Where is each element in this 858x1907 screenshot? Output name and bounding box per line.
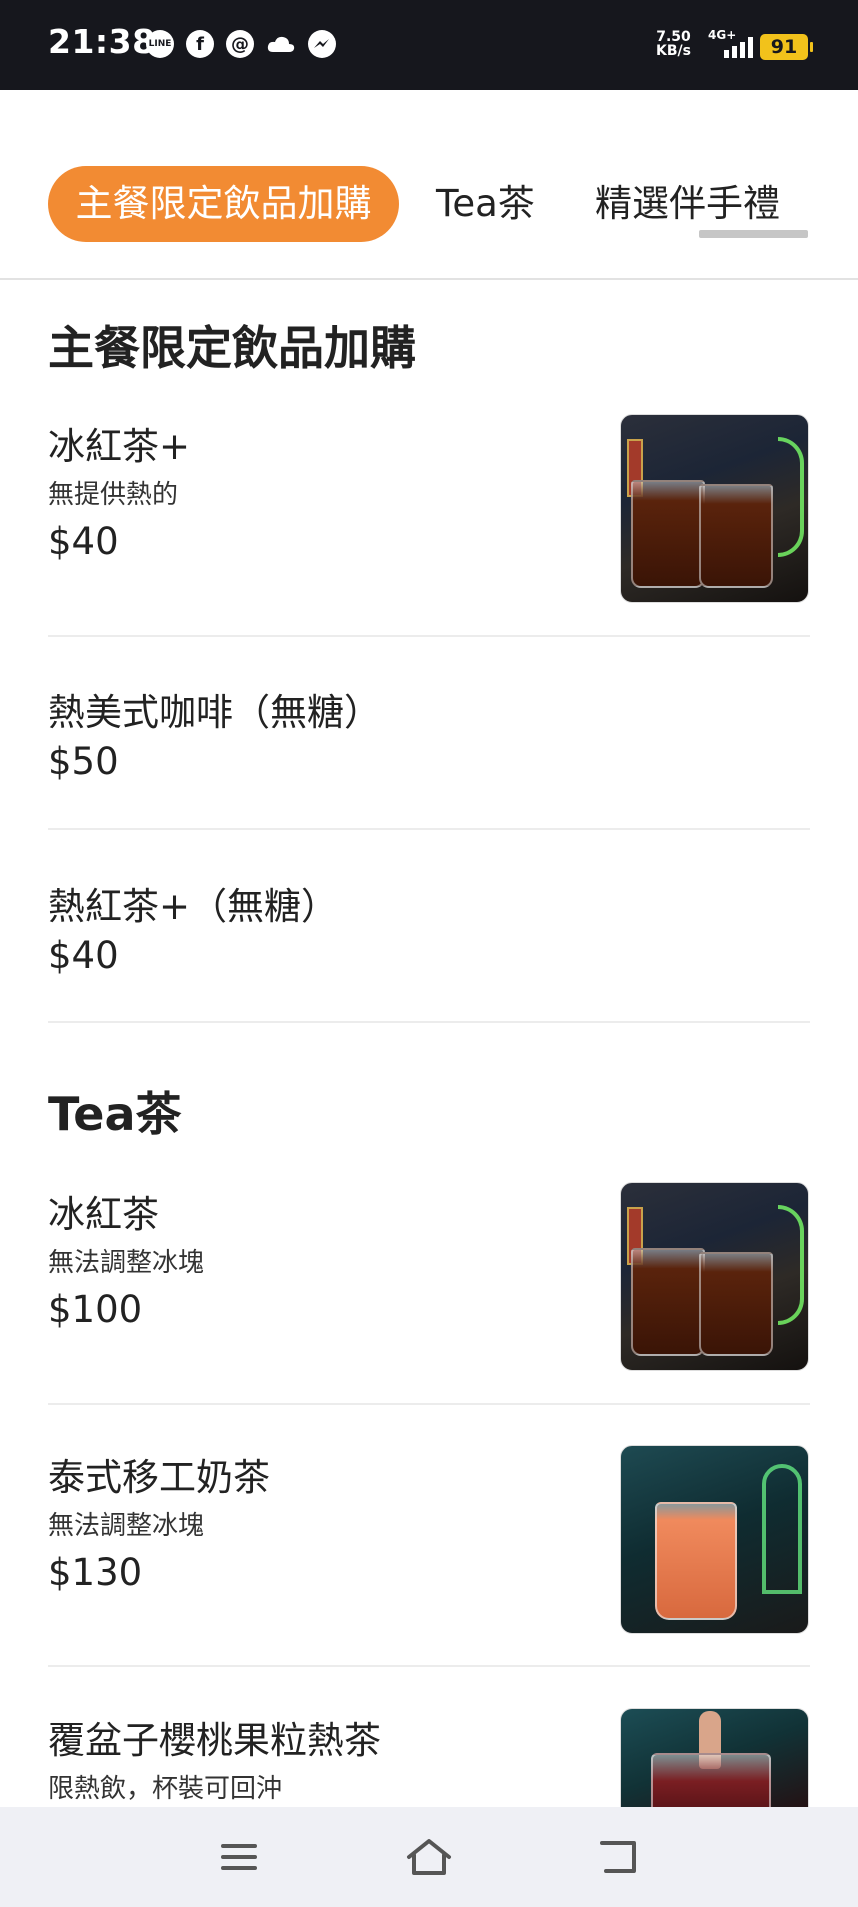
notification-icons: LINE f @ <box>146 30 336 58</box>
item-name: 熱紅茶+（無糖） <box>48 885 339 928</box>
item-photo[interactable] <box>620 1445 809 1634</box>
item-divider <box>48 635 810 637</box>
cloud-icon <box>266 30 296 58</box>
item-name: 熱美式咖啡（無糖） <box>48 691 381 734</box>
item-price: $100 <box>48 1288 143 1331</box>
threads-icon: @ <box>226 30 254 58</box>
item-divider <box>48 828 810 830</box>
item-name: 冰紅茶+ <box>48 425 191 468</box>
menu-item[interactable]: 熱紅茶+（無糖） $40 <box>48 876 810 996</box>
messenger-icon <box>308 30 336 58</box>
section-title: 主餐限定飲品加購 <box>48 321 416 375</box>
section-title: Tea茶 <box>48 1087 182 1141</box>
item-divider <box>48 1665 810 1667</box>
item-note: 無法調整冰塊 <box>48 1248 205 1278</box>
item-note: 無法調整冰塊 <box>48 1511 205 1541</box>
tab-drink-addon[interactable]: 主餐限定飲品加購 <box>48 166 399 242</box>
menu-item[interactable]: 熱美式咖啡（無糖） $50 <box>48 682 810 802</box>
system-nav-bar <box>0 1807 858 1907</box>
network-speed: 7.50 KB/s <box>656 30 691 58</box>
item-photo[interactable] <box>620 1182 809 1371</box>
battery-icon: 91 <box>760 34 813 60</box>
back-icon[interactable] <box>590 1831 650 1883</box>
item-photo[interactable] <box>620 414 809 603</box>
item-price: $50 <box>48 740 119 783</box>
item-note: 限熱飲，杯裝可回沖 <box>48 1774 283 1804</box>
item-name: 泰式移工奶茶 <box>48 1456 270 1499</box>
signal-icon <box>724 36 753 58</box>
menu-icon[interactable] <box>209 1831 269 1883</box>
status-bar: 21:38 LINE f @ 7.50 KB/s 4G+ 91 <box>0 0 858 90</box>
network-speed-unit: KB/s <box>656 43 691 59</box>
item-divider <box>48 1021 810 1023</box>
status-time: 21:38 <box>48 22 156 61</box>
home-icon[interactable] <box>399 1831 459 1883</box>
line-icon: LINE <box>146 30 174 58</box>
tab-tea[interactable]: Tea茶 <box>436 166 535 242</box>
item-price: $40 <box>48 934 119 977</box>
item-price: $40 <box>48 520 119 563</box>
item-photo[interactable] <box>620 1708 809 1807</box>
item-note: 無提供熱的 <box>48 480 179 510</box>
item-divider <box>48 1403 810 1405</box>
item-name: 冰紅茶 <box>48 1193 159 1236</box>
network-speed-value: 7.50 <box>656 29 691 45</box>
tab-scroll-indicator <box>699 230 808 238</box>
item-price: $130 <box>48 1551 143 1594</box>
facebook-icon: f <box>186 30 214 58</box>
item-name: 覆盆子櫻桃果粒熱茶 <box>48 1719 381 1762</box>
category-tabs: 主餐限定飲品加購 Tea茶 精選伴手禮 <box>0 90 858 280</box>
